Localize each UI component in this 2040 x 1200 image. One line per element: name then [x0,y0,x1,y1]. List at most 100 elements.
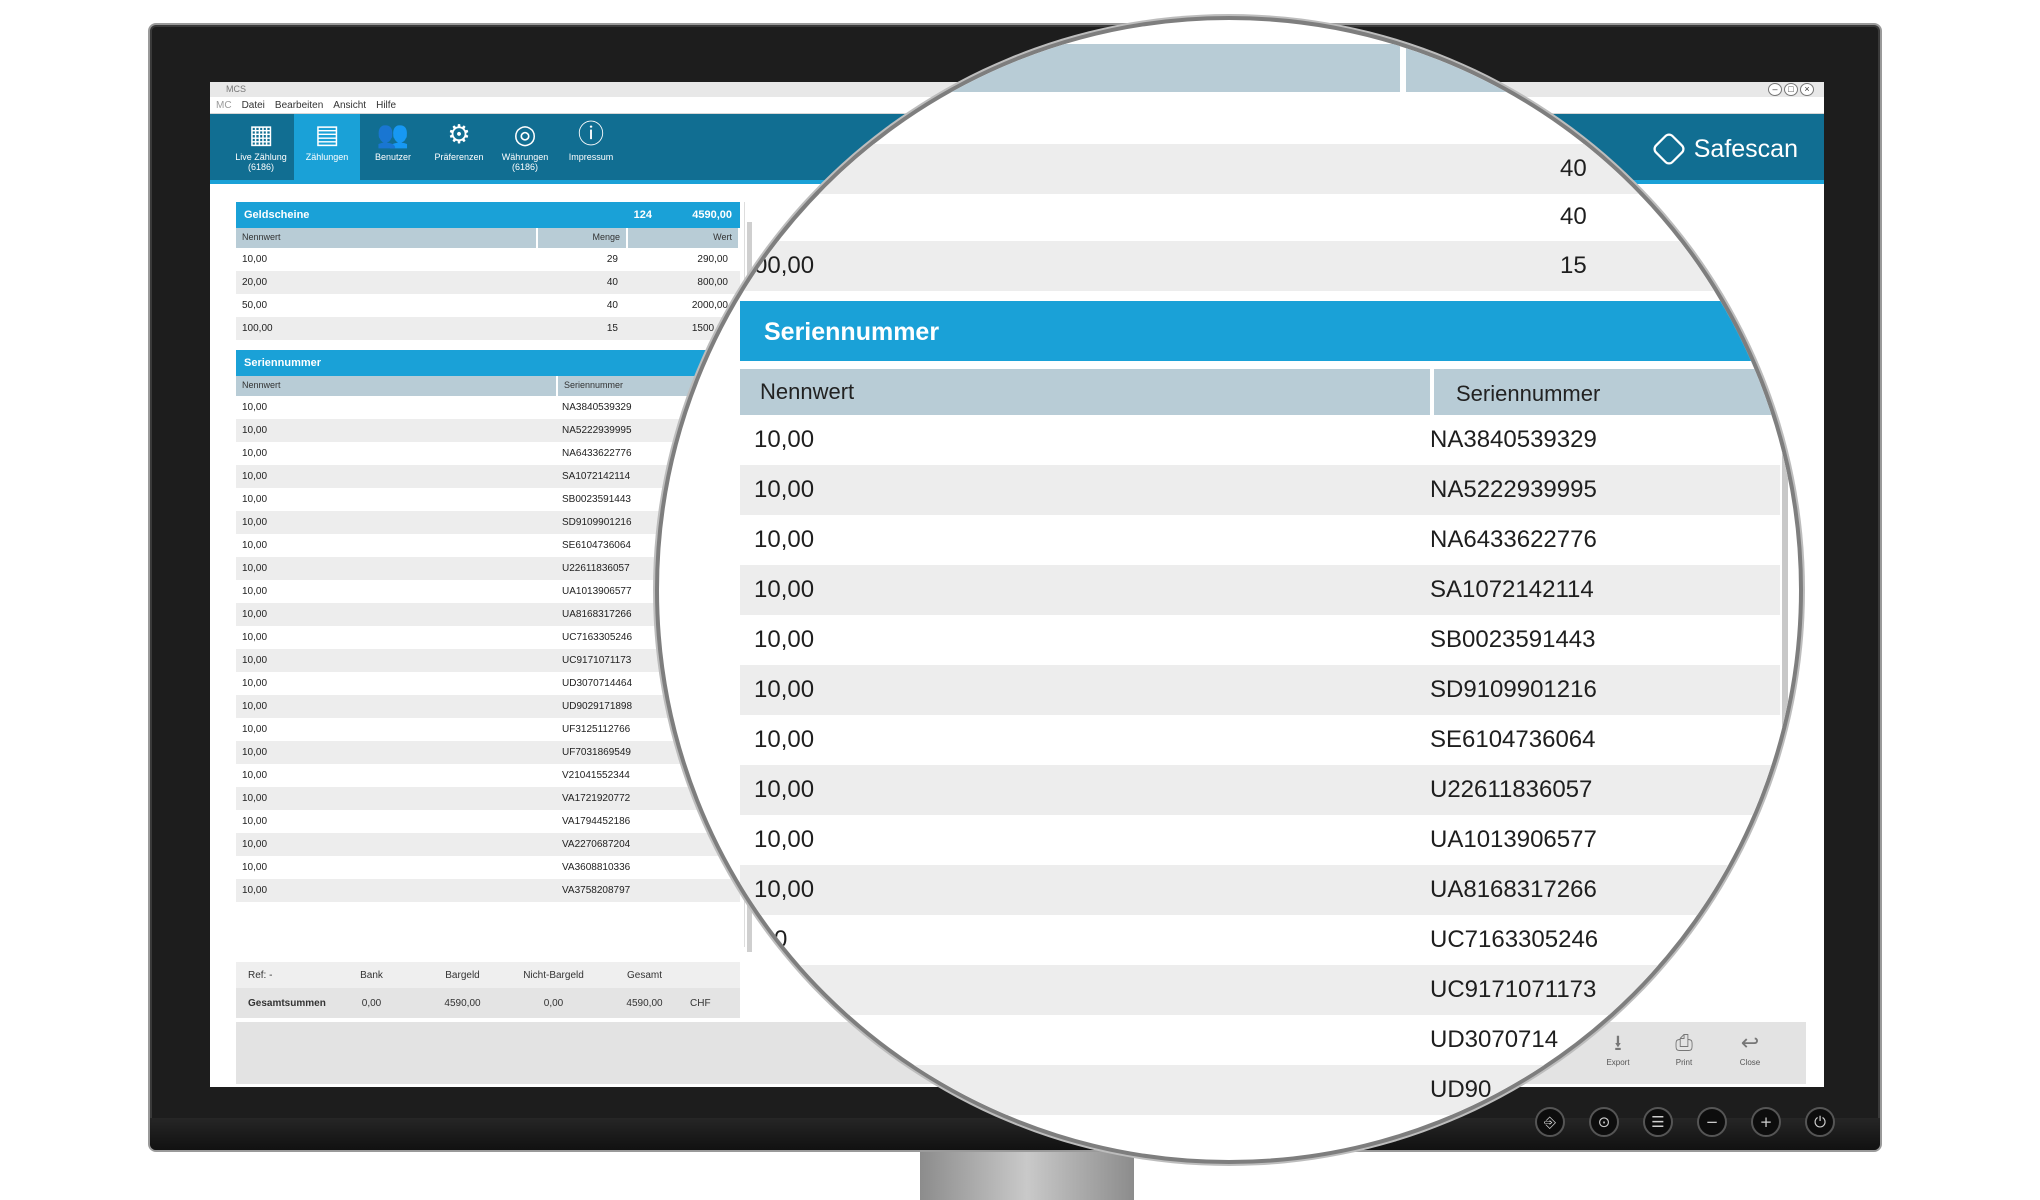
serials-title: Seriennummer [244,357,322,369]
magnified-nennwert: 10,00 [754,426,815,453]
banknotes-title: Geldscheine [244,209,310,221]
magnified-col-nennwert: Nennwert [740,369,1430,415]
totals-cash: 4590,00 [444,997,481,1009]
magnifier-content: 40 0 40 00,00 15 Seriennummer Nennwert Serie… [659,20,1799,1160]
row-nennwert: 10,00 [242,655,268,666]
magnified-serial: NA6433622776 [1430,526,1597,553]
magnified-col-serial: Seriennummer [1434,369,1780,415]
menu-item-datei[interactable]: Datei [242,97,265,113]
app-menu-label: MC [216,100,232,111]
magnified-nennwert: 10,00 [754,826,815,853]
magnified-nennwert: ,00 [754,926,788,953]
magnified-row: 10,00 UA8168317266 [740,865,1780,915]
magnified-serial: SA1072142114 [1430,576,1594,603]
ribbon-item-label: Impressum [568,152,614,162]
ribbon-item-label: Währungen (6186) [501,152,549,172]
magnified-serial: UD90 [1430,1076,1492,1103]
row-nennwert: 10,00 [242,770,268,781]
ribbon-item-label: Zählungen [305,152,349,162]
magnified-count: 40 [1560,155,1587,182]
magnified-serial: UD3070714 [1430,1026,1559,1053]
row-nennwert: 10,00 [242,517,268,528]
info-icon: ⓘ [577,120,604,150]
magnified-row: UC9171071173 [740,965,1780,1015]
row-nennwert: 10,00 [242,402,268,413]
ribbon-item-0[interactable]: ▦ Live Zählung (6186) [228,114,294,180]
row-nennwert: 10,00 [242,839,268,850]
row-menge: 15 [606,323,618,334]
row-nennwert: 10,00 [242,632,268,643]
row-nennwert: 10,00 [242,540,268,551]
ribbon-item-label: Benutzer [374,152,412,162]
magnified-count: 15 [1560,252,1587,279]
magnified-serial: UC9171071173 [1430,976,1597,1003]
magnified-serial: U22611836057 [1430,776,1593,803]
magnified-serial: UC7163305246 [1430,926,1599,953]
magnified-nennwert: 10,00 [754,676,815,703]
totals-bank: 0,00 [361,997,382,1009]
stage: ⎆⊙☰−+⏻ MCS –□× MC DateiBearbeitenAnsicht… [0,0,2040,1200]
row-nennwert: 10,00 [242,816,268,827]
row-menge: 29 [606,254,618,265]
magnified-serials-columns: Nennwert Seriennummer [740,369,1780,415]
row-nennwert: 10,00 [242,793,268,804]
col-serial-nennwert: Nennwert [236,376,556,396]
totals-head-noncash: Nicht-Bargeld [523,969,584,981]
totals-ref: Ref: - [248,969,273,981]
row-nennwert: 10,00 [242,425,268,436]
magnified-row: 10,00 NA3840539329 [740,415,1780,465]
row-nennwert: 100,00 [242,323,273,334]
ribbon-item-5[interactable]: ⓘ Impressum [558,114,624,180]
magnified-row: UD3070714 [740,1015,1780,1065]
magnified-count: 40 [1560,203,1587,230]
magnified-nennwert: 10,00 [754,476,815,503]
magnified-nennwert: 10,00 [754,776,815,803]
magnified-row: 10,00 SA1072142114 [740,565,1780,615]
menu-item-ansicht[interactable]: Ansicht [333,97,366,113]
magnified-row: 10,00 U22611836057 [740,765,1780,815]
ribbon-item-3[interactable]: ⚙ Präferenzen [426,114,492,180]
coins-icon: ◎ [513,120,537,150]
row-nennwert: 10,00 [242,494,268,505]
row-nennwert: 10,00 [242,471,268,482]
magnified-nennwert: 10,00 [754,726,815,753]
row-nennwert: 10,00 [242,563,268,574]
menu-item-bearbeiten[interactable]: Bearbeiten [275,97,323,113]
ribbon-item-label: Live Zählung (6186) [235,152,287,172]
magnified-serial: SD9109901216 [1430,676,1597,703]
magnified-nennwert: 10,00 [754,526,815,553]
magnified-row: 10,00 NA5222939995 [740,465,1780,515]
window-title: MCS [226,84,246,94]
row-nennwert: 10,00 [242,678,268,689]
magnified-row: 10,00 SE6104736064 [740,715,1780,765]
row-menge: 40 [606,277,618,288]
users-icon: 👥 [376,120,410,150]
magnified-nennwert: 10,00 [754,576,815,603]
magnified-row: 00,00 15 [740,241,1780,291]
row-nennwert: 50,00 [242,300,268,311]
magnified-row: 40 [740,144,1780,194]
gears-icon: ⚙ [447,120,471,150]
row-nennwert: 10,00 [242,609,268,620]
close-icon[interactable]: × [1800,83,1814,96]
row-nennwert: 10,00 [242,862,268,873]
banknotes-count: 124 [633,209,652,221]
magnified-serial: UA8168317266 [1430,876,1597,903]
magnified-row: 10,00 SB0023591443 [740,615,1780,665]
magnifier-lens: 40 0 40 00,00 15 Seriennummer Nennwert Serie… [655,16,1803,1164]
magnified-serial: SE6104736064 [1430,726,1596,753]
power-icon[interactable]: ⏻ [1805,1107,1835,1137]
magnified-serials-header: Seriennummer [740,301,1780,365]
ribbon-item-4[interactable]: ◎ Währungen (6186) [492,114,558,180]
row-nennwert: 10,00 [242,586,268,597]
row-nennwert: 10,00 [242,254,268,265]
magnified-serial: SB0023591443 [1430,626,1596,653]
totals-label: Gesamtsummen [248,997,326,1009]
menu-item-hilfe[interactable]: Hilfe [376,97,396,113]
ribbon-item-2[interactable]: 👥 Benutzer [360,114,426,180]
totals-head-bank: Bank [360,969,383,981]
calculator-clock-icon: ▦ [248,120,274,150]
magnified-nennwert: 10,00 [754,626,815,653]
ribbon-item-1[interactable]: ▤ Zählungen [294,114,360,180]
magnified-row: 10,00 SD9109901216 [740,665,1780,715]
